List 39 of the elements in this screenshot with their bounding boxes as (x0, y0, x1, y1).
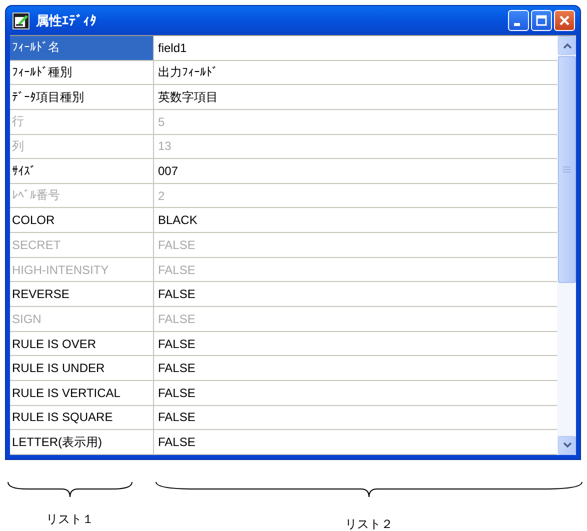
window-title: 属性ｴﾃﾞｨﾀ (36, 12, 97, 30)
property-value[interactable]: FALSE (154, 430, 557, 454)
maximize-button[interactable] (531, 10, 552, 31)
scroll-thumb[interactable] (558, 56, 576, 283)
edit-document-icon (12, 12, 30, 30)
property-name[interactable]: RULE IS UNDER (10, 356, 154, 380)
property-name[interactable]: LETTER(表示用) (10, 430, 154, 454)
chevron-down-icon (562, 442, 572, 448)
property-name[interactable]: RULE IS OVER (10, 332, 154, 356)
property-name[interactable]: ﾌｨｰﾙﾄﾞ名 (10, 36, 154, 60)
property-name[interactable]: ﾃﾞｰﾀ項目種別 (10, 85, 154, 109)
annotation-label: リスト２ (345, 516, 393, 531)
property-value[interactable]: 007 (154, 159, 557, 183)
scrollbar[interactable] (557, 36, 576, 455)
minimize-icon (514, 23, 520, 26)
close-button[interactable] (554, 10, 575, 31)
property-name[interactable]: REVERSE (10, 282, 154, 306)
property-name[interactable]: ｻｲｽﾞ (10, 159, 154, 183)
maximize-icon (536, 15, 547, 26)
scroll-down-button[interactable] (558, 436, 576, 455)
chevron-up-icon (562, 42, 572, 48)
property-value[interactable]: FALSE (154, 380, 557, 405)
property-name[interactable]: RULE IS SQUARE (10, 406, 154, 430)
property-value[interactable]: FALSE (154, 406, 557, 430)
property-name[interactable]: COLOR (10, 208, 154, 232)
grip-icon (563, 166, 571, 173)
property-value[interactable]: 出力ﾌｨｰﾙﾄﾞ (154, 60, 557, 84)
minimize-button[interactable] (508, 10, 529, 31)
close-icon (559, 15, 570, 26)
property-name[interactable]: ﾌｨｰﾙﾄﾞ種別 (10, 60, 154, 84)
property-value[interactable]: FALSE (154, 282, 557, 306)
property-value[interactable]: FALSE (154, 332, 557, 356)
property-value[interactable]: BLACK (154, 208, 557, 232)
annotation-label: リスト１ (46, 510, 94, 528)
property-value[interactable]: field1 (154, 36, 557, 60)
property-value[interactable]: FALSE (154, 356, 557, 380)
property-name[interactable]: RULE IS VERTICAL (10, 380, 154, 405)
scroll-up-button[interactable] (558, 36, 576, 55)
property-value[interactable]: 英数字項目 (154, 85, 557, 109)
